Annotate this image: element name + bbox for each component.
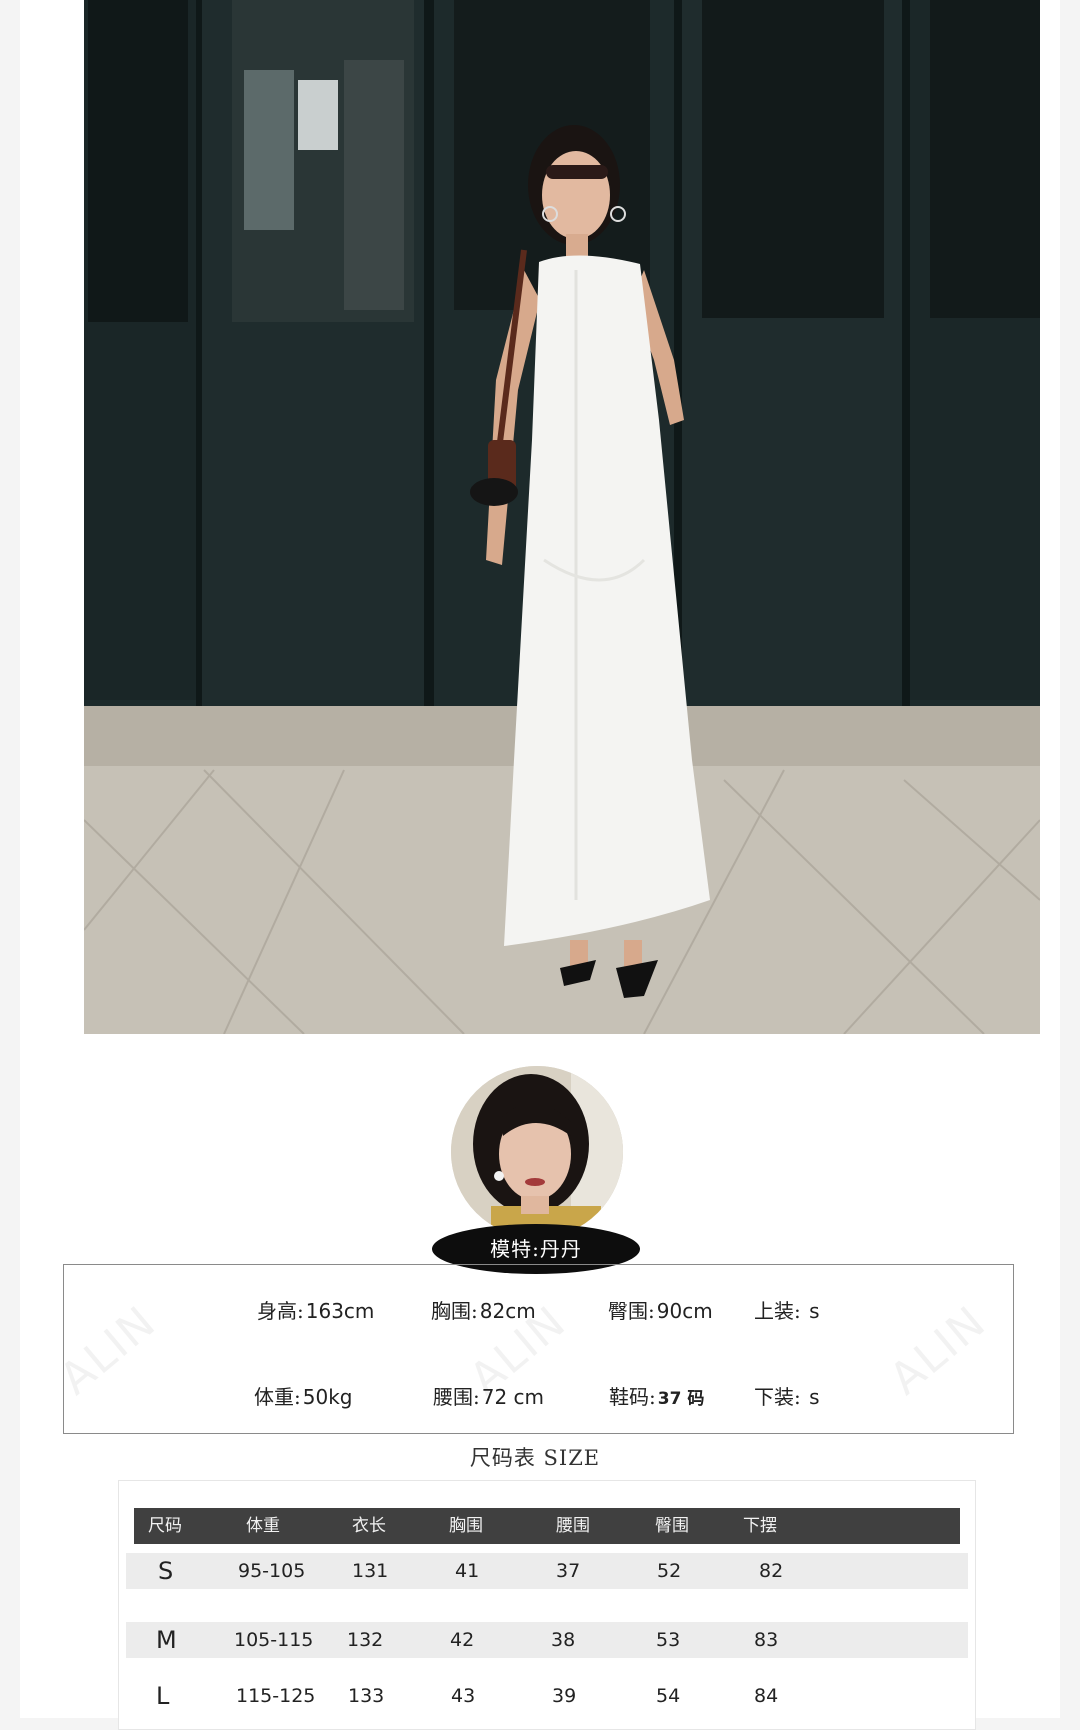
- cell-bust: 43: [451, 1685, 476, 1707]
- cell-length: 133: [348, 1685, 385, 1707]
- cell-size: L: [156, 1682, 170, 1710]
- header-length: 衣长: [352, 1516, 386, 1536]
- model-avatar: [451, 1066, 623, 1238]
- stat-value: 90cm: [656, 1299, 713, 1323]
- cell-waist: 38: [551, 1629, 576, 1651]
- header-hem: 下摆: [743, 1516, 777, 1536]
- stat-label: 上装:: [754, 1299, 801, 1323]
- header-weight: 体重: [246, 1516, 280, 1536]
- stat-label: 身高:: [257, 1299, 304, 1323]
- stat-label: 体重:: [254, 1385, 301, 1409]
- size-table-header: 尺码 体重 衣长 胸围 腰围 臀围 下摆: [134, 1508, 960, 1544]
- stat-label: 胸围:: [431, 1299, 478, 1323]
- stat-top-size: 上装: s: [754, 1295, 820, 1324]
- model-stats-box: ALIN ALIN ALIN 身高: 163cm 胸围: 82cm 臀围: 90cm …: [50, 1264, 1014, 1434]
- stat-hip: 臀围: 90cm: [608, 1295, 713, 1324]
- cell-hem: 83: [754, 1629, 779, 1651]
- stat-label: 臀围:: [608, 1299, 655, 1323]
- cell-hip: 53: [656, 1629, 681, 1651]
- stat-bust: 胸围: 82cm: [431, 1295, 536, 1324]
- stat-label: 腰围:: [433, 1385, 480, 1409]
- cell-bust: 41: [455, 1560, 480, 1582]
- stat-value: 72 cm: [481, 1385, 545, 1409]
- stat-value: 163cm: [305, 1299, 375, 1323]
- header-hip: 臀围: [655, 1516, 689, 1536]
- stat-value: s: [809, 1299, 820, 1323]
- size-chart-title: 尺码表 SIZE: [469, 1446, 601, 1470]
- stat-value: 37 码: [657, 1389, 705, 1409]
- cell-hip: 54: [656, 1685, 681, 1707]
- cell-weight: 105-115: [234, 1629, 314, 1651]
- cell-waist: 37: [556, 1560, 581, 1582]
- cell-hem: 84: [754, 1685, 779, 1707]
- cell-length: 132: [347, 1629, 384, 1651]
- product-photo: [84, 0, 1040, 1034]
- cell-weight: 115-125: [236, 1685, 316, 1707]
- cell-hip: 52: [657, 1560, 682, 1582]
- header-size: 尺码: [148, 1516, 182, 1536]
- cell-waist: 39: [552, 1685, 577, 1707]
- header-waist: 腰围: [556, 1516, 590, 1536]
- stat-bottom-size: 下装: s: [754, 1381, 820, 1410]
- cell-size: M: [156, 1626, 177, 1654]
- cell-length: 131: [352, 1560, 389, 1582]
- table-row: L 115-125 133 43 39 54 84: [126, 1678, 968, 1714]
- table-row: S 95-105 131 41 37 52 82: [126, 1553, 968, 1589]
- stat-value: 82cm: [479, 1299, 536, 1323]
- stat-label: 下装:: [754, 1385, 801, 1409]
- stat-label: 鞋码:: [609, 1385, 656, 1409]
- cell-size: S: [158, 1557, 174, 1585]
- watermark-left: ALIN: [50, 1296, 167, 1405]
- stat-height: 身高: 163cm: [257, 1295, 374, 1324]
- stat-value: s: [809, 1385, 820, 1409]
- cell-bust: 42: [450, 1629, 475, 1651]
- stat-value: 50kg: [302, 1385, 353, 1409]
- header-bust: 胸围: [449, 1516, 483, 1536]
- page-sheet: 模特:丹丹 ALIN ALIN ALIN 身高: 163cm 胸围: 82cm 臀围…: [20, 0, 1060, 1730]
- stat-shoe-size: 鞋码: 37 码: [609, 1381, 704, 1410]
- cell-hem: 82: [759, 1560, 784, 1582]
- table-row: M 105-115 132 42 38 53 83: [126, 1622, 968, 1658]
- stat-waist: 腰围: 72 cm: [433, 1381, 544, 1410]
- watermark-right: ALIN: [880, 1296, 997, 1405]
- stat-weight: 体重: 50kg: [254, 1381, 352, 1410]
- cell-weight: 95-105: [238, 1560, 306, 1582]
